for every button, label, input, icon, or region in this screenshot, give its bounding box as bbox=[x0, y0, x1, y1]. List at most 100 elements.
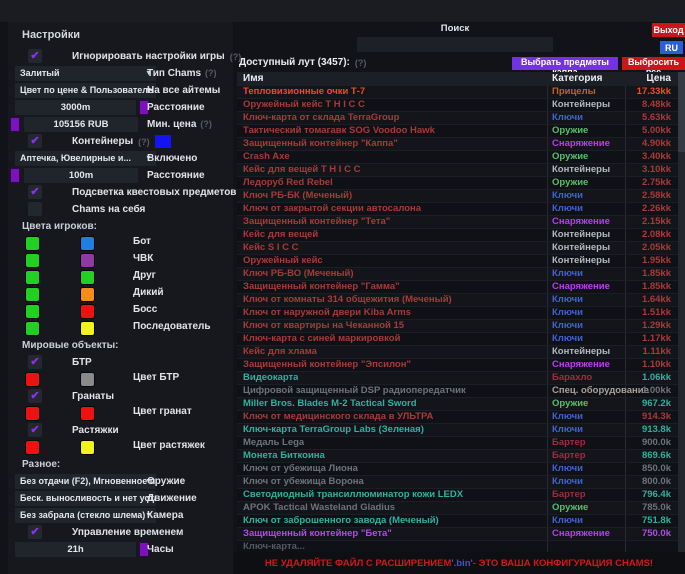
checkbox-label-text: Контейнеры bbox=[72, 136, 133, 147]
exit-button[interactable]: Выход bbox=[652, 23, 685, 37]
table-row[interactable]: APOK Tactical Wasteland GladiusОружие785… bbox=[237, 502, 685, 515]
column-price[interactable]: Цена bbox=[646, 73, 671, 84]
item-price: 5.00kk bbox=[642, 125, 671, 137]
color-swatch[interactable] bbox=[25, 406, 40, 421]
column-divider bbox=[625, 476, 626, 488]
table-row[interactable]: Ключ от медицинского склада в УЛЬТРАКлюч… bbox=[237, 411, 685, 424]
dropdown[interactable]: Без забрала (стекло шлема)▼ bbox=[15, 508, 156, 523]
table-row[interactable]: Медаль LegaБартер900.0k bbox=[237, 437, 685, 450]
color-swatch[interactable] bbox=[80, 253, 95, 268]
table-row[interactable]: Светодиодный трансиллюминатор кожи LEDXБ… bbox=[237, 489, 685, 502]
table-row[interactable]: Ключ от квартиры на Чеканной 15Ключи1.29… bbox=[237, 320, 685, 333]
table-row[interactable]: Оружейный кейс T H I C CКонтейнеры8.48kk bbox=[237, 99, 685, 112]
table-row[interactable]: Ключ-карта TerraGroup Labs (Зеленая)Ключ… bbox=[237, 424, 685, 437]
table-row[interactable]: Защищенный контейнер "Гамма"Снаряжение1.… bbox=[237, 281, 685, 294]
table-row[interactable]: Кейс S I C CКонтейнеры2.05kk bbox=[237, 242, 685, 255]
value-input[interactable]: 105156 RUB bbox=[24, 117, 138, 132]
color-swatch[interactable] bbox=[155, 135, 171, 148]
table-row[interactable]: Защищенный контейнер "Тета"Снаряжение2.1… bbox=[237, 216, 685, 229]
color-swatch[interactable] bbox=[80, 236, 95, 251]
table-row[interactable]: Монета БиткоинаБартер869.6k bbox=[237, 450, 685, 463]
color-swatch[interactable] bbox=[25, 236, 40, 251]
column-divider bbox=[547, 164, 548, 176]
color-swatch[interactable] bbox=[80, 304, 95, 319]
color-swatch[interactable] bbox=[10, 168, 20, 183]
dropdown[interactable]: Цвет по цене & Пользователь▼ bbox=[15, 83, 156, 98]
table-row[interactable]: Crash AxeОружие3.40kk bbox=[237, 151, 685, 164]
table-row[interactable]: Ключ-карта от склада TerraGroupКлючи5.63… bbox=[237, 112, 685, 125]
checkbox-checked-icon[interactable]: ✔ bbox=[28, 134, 42, 148]
table-row[interactable]: Кейс для хламаКонтейнеры1.11kk bbox=[237, 346, 685, 359]
color-swatch[interactable] bbox=[25, 270, 40, 285]
dropdown-label: На все айтемы bbox=[147, 82, 220, 99]
table-row[interactable]: Ключ РБ-БК (Меченый)Ключи2.58kk bbox=[237, 190, 685, 203]
item-category: Контейнеры bbox=[552, 164, 610, 176]
color-swatch[interactable] bbox=[25, 321, 40, 336]
value-input[interactable]: 100m bbox=[24, 168, 138, 183]
color-swatch[interactable] bbox=[10, 117, 20, 132]
language-button[interactable]: RU bbox=[660, 41, 683, 54]
column-name[interactable]: Имя bbox=[243, 73, 263, 84]
table-row[interactable]: Ключ-карта... bbox=[237, 541, 685, 552]
table-row[interactable]: Тактический томагавк SOG Voodoo HawkОруж… bbox=[237, 125, 685, 138]
drop-all-button[interactable]: Выбросить все bbox=[622, 57, 685, 70]
color-swatch[interactable] bbox=[80, 440, 95, 455]
color-swatch[interactable] bbox=[25, 287, 40, 302]
dropdown[interactable]: Аптечка, Ювелирные и...▼ bbox=[15, 151, 156, 166]
table-row[interactable]: Защищенный контейнер "Бета"Снаряжение750… bbox=[237, 528, 685, 541]
table-row[interactable]: Кейс для вещейКонтейнеры2.08kk bbox=[237, 229, 685, 242]
table-row[interactable]: Ключ от закрытой секции автосалонаКлючи2… bbox=[237, 203, 685, 216]
checkbox-checked-icon[interactable]: ✔ bbox=[28, 525, 42, 539]
dropdown-label-text: Включено bbox=[147, 150, 197, 167]
color-swatch[interactable] bbox=[25, 304, 40, 319]
item-name: Кейс для вещей bbox=[243, 229, 318, 241]
color-swatch[interactable] bbox=[25, 372, 40, 387]
color-swatch[interactable] bbox=[80, 406, 95, 421]
table-row[interactable]: Кейс для вещей T H I C CКонтейнеры3.10kk bbox=[237, 164, 685, 177]
table-row[interactable]: Ключ от комнаты 314 общежития (Меченый)К… bbox=[237, 294, 685, 307]
search-input[interactable] bbox=[357, 37, 553, 52]
color-swatch[interactable] bbox=[80, 372, 95, 387]
value-input[interactable]: 21h bbox=[15, 542, 136, 557]
checkbox-checked-icon[interactable]: ✔ bbox=[28, 389, 42, 403]
column-category[interactable]: Категория bbox=[552, 73, 602, 84]
checkbox-checked-icon[interactable]: ✔ bbox=[28, 49, 42, 63]
item-category: Ключи bbox=[552, 476, 583, 488]
color-swatch[interactable] bbox=[80, 270, 95, 285]
table-scrollbar[interactable] bbox=[678, 72, 685, 552]
select-kappa-items-button[interactable]: Выбрать предметы каппа bbox=[512, 57, 618, 70]
checkbox-checked-icon[interactable]: ✔ bbox=[28, 185, 42, 199]
table-row[interactable]: ВидеокартаБарахло1.06kk bbox=[237, 372, 685, 385]
checkbox-checked-icon[interactable]: ✔ bbox=[28, 355, 42, 369]
table-row[interactable]: Защищенный контейнер "Эпсилон"Снаряжение… bbox=[237, 359, 685, 372]
checkbox-checked-icon[interactable]: ✔ bbox=[28, 423, 42, 437]
checkbox-unchecked-icon[interactable] bbox=[28, 202, 42, 216]
table-row[interactable]: Ключ РБ-ВО (Меченый)Ключи1.85kk bbox=[237, 268, 685, 281]
table-row[interactable]: Оружейный кейсКонтейнеры1.95kk bbox=[237, 255, 685, 268]
item-category: Ключи bbox=[552, 320, 583, 332]
dropdown[interactable]: Беск. выносливость и нет уста▼ bbox=[15, 491, 156, 506]
table-row[interactable]: Ключ от заброшенного завода (Меченый)Клю… bbox=[237, 515, 685, 528]
color-swatch[interactable] bbox=[25, 440, 40, 455]
color-swatch[interactable] bbox=[80, 287, 95, 302]
table-row[interactable]: Ключ от убежища ЛионаКлючи850.0k bbox=[237, 463, 685, 476]
table-row[interactable]: Ключ-карта с синей маркировкойКлючи1.17k… bbox=[237, 333, 685, 346]
table-row[interactable]: Цифровой защищенный DSP радиопередатчикС… bbox=[237, 385, 685, 398]
scrollbar-thumb[interactable] bbox=[678, 72, 685, 152]
color-swatch[interactable] bbox=[25, 253, 40, 268]
table-row[interactable]: Ключ от наружной двери Kiba ArmsКлючи1.5… bbox=[237, 307, 685, 320]
item-name: Оружейный кейс T H I C C bbox=[243, 99, 365, 111]
dropdown[interactable]: Без отдачи (F2), Мгновенное п▼ bbox=[15, 474, 156, 489]
item-name: Ключ от закрытой секции автосалона bbox=[243, 203, 421, 215]
table-row[interactable]: Miller Bros. Blades M-2 Tactical SwordОр… bbox=[237, 398, 685, 411]
dropdown[interactable]: Залитый▼ bbox=[15, 66, 156, 81]
value-input[interactable]: 3000m bbox=[15, 100, 136, 115]
color-swatch[interactable] bbox=[80, 321, 95, 336]
table-row[interactable]: Ледоруб Red RebelОружие2.75kk bbox=[237, 177, 685, 190]
item-name: Crash Axe bbox=[243, 151, 290, 163]
table-row[interactable]: Тепловизионные очки Т-7Прицелы17.33kk bbox=[237, 86, 685, 99]
table-row[interactable]: Ключ от убежища ВоронаКлючи800.0k bbox=[237, 476, 685, 489]
item-category: Контейнеры bbox=[552, 255, 610, 267]
help-icon: (?) bbox=[205, 65, 217, 82]
table-row[interactable]: Защищенный контейнер "Каппа"Снаряжение4.… bbox=[237, 138, 685, 151]
